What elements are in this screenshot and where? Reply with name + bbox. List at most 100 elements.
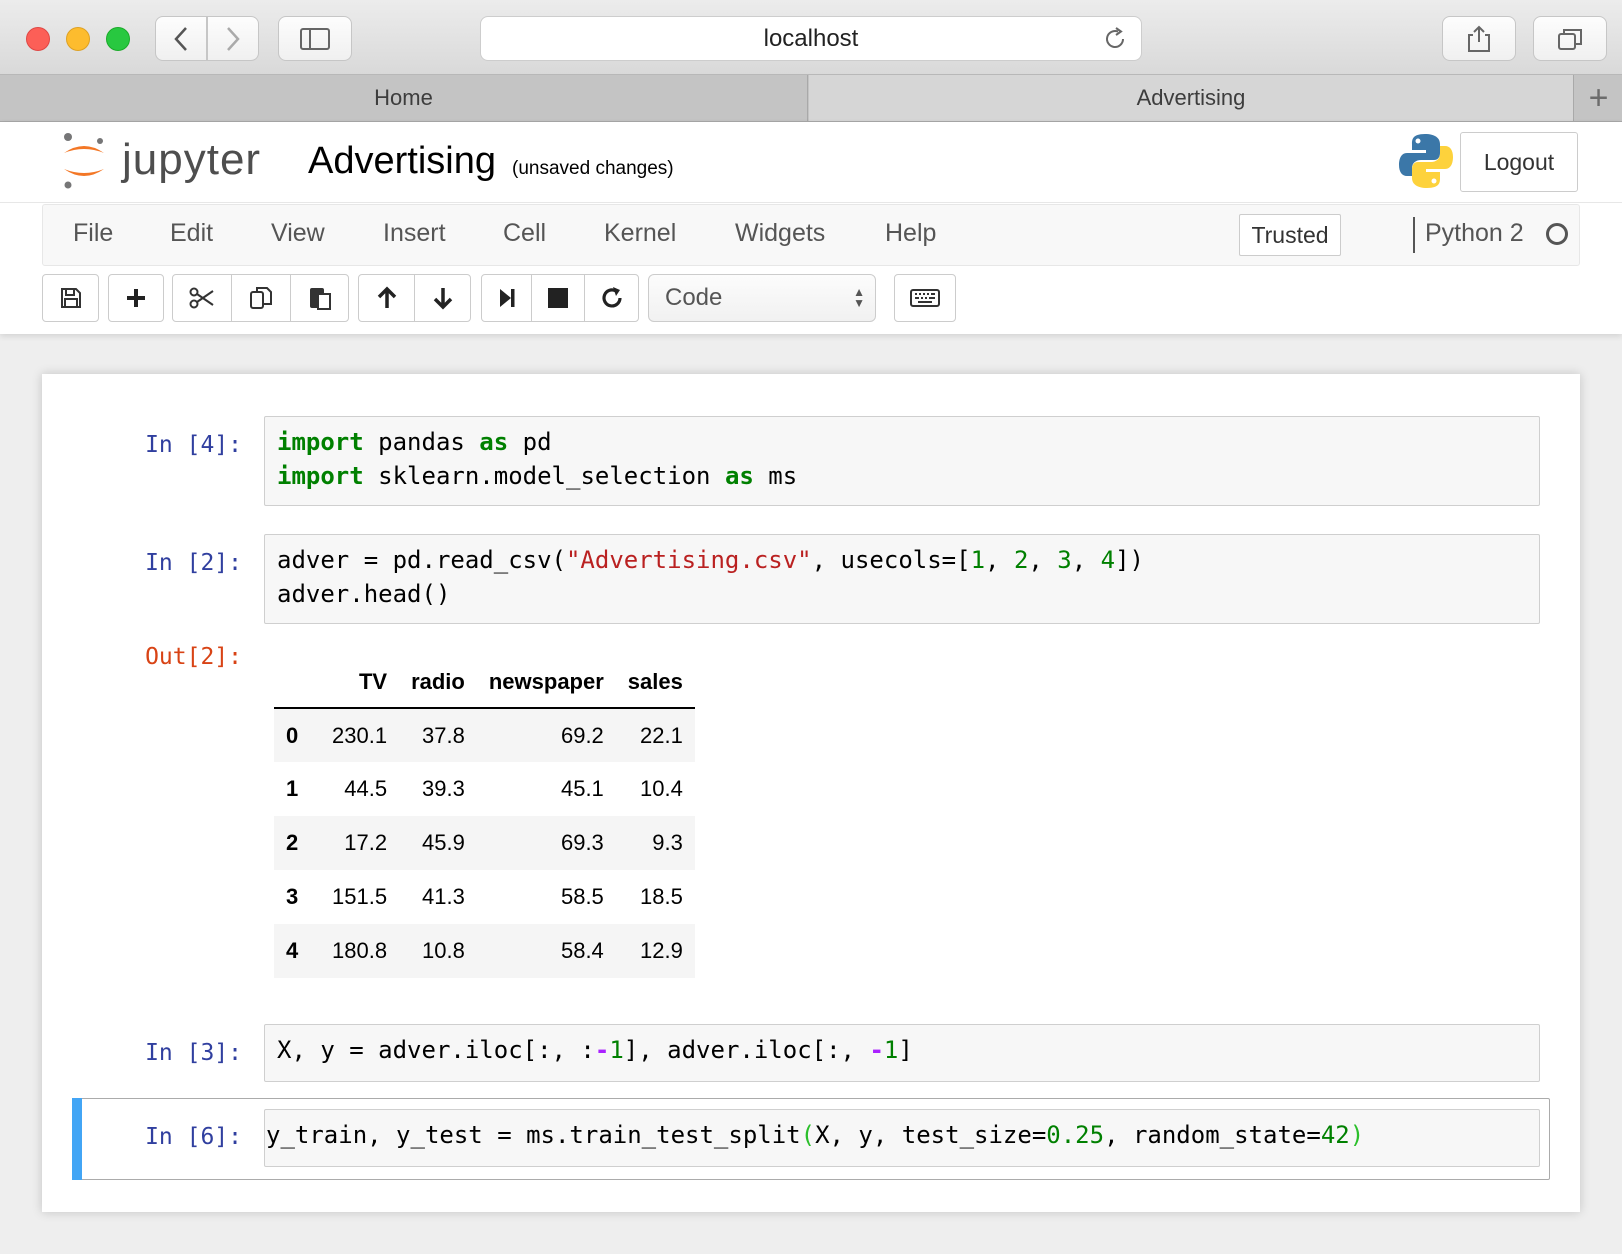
kernel-idle-icon <box>1546 223 1568 245</box>
code-token: import <box>277 428 364 456</box>
code-token: "Advertising.csv" <box>565 546 812 574</box>
tabs-icon <box>1558 28 1582 50</box>
kernel-name[interactable]: Python 2 <box>1425 219 1524 248</box>
share-icon <box>1468 25 1490 52</box>
restart-kernel-button[interactable] <box>584 274 639 322</box>
zoom-window-button[interactable] <box>106 27 130 51</box>
cut-button[interactable] <box>172 274 232 322</box>
jupyter-logo-text: jupyter <box>122 135 262 184</box>
tab-home[interactable]: Home <box>0 75 808 121</box>
code-cell-input[interactable]: import pandas as pd import sklearn.model… <box>264 416 1540 506</box>
code-token: 3 <box>1057 546 1072 574</box>
code-token: X, y = adver.iloc[:, : <box>277 1036 595 1064</box>
back-button[interactable] <box>155 16 207 61</box>
trusted-indicator[interactable]: Trusted <box>1239 214 1341 256</box>
share-button[interactable] <box>1442 16 1516 61</box>
menu-cell[interactable]: Cell <box>503 219 546 248</box>
stop-icon <box>548 288 568 308</box>
browser-tabbar: Home Advertising + <box>0 75 1622 122</box>
new-tab-button[interactable]: + <box>1575 75 1622 121</box>
notebook-title[interactable]: Advertising <box>308 140 496 183</box>
table-cell: 18.5 <box>640 884 683 909</box>
python-logo-icon <box>1398 132 1454 195</box>
code-token: 1 <box>609 1036 624 1064</box>
floppy-disk-icon <box>60 288 81 308</box>
code-cell-input[interactable]: adver = pd.read_csv("Advertising.csv", u… <box>264 534 1540 624</box>
code-token: ) <box>1349 1121 1365 1149</box>
tabs-overview-button[interactable] <box>1533 16 1607 61</box>
code-token: y_train, y_test = ms.train_test_split <box>266 1121 801 1149</box>
code-token: as <box>724 462 754 490</box>
column-header: newspaper <box>476 656 616 709</box>
table-cell: 17.2 <box>344 830 388 855</box>
menu-kernel[interactable]: Kernel <box>604 219 676 248</box>
reload-icon[interactable] <box>1103 27 1127 58</box>
input-prompt: In [3]: <box>145 1040 242 1066</box>
command-palette-button[interactable] <box>894 274 956 322</box>
browser-titlebar: localhost <box>0 0 1622 75</box>
code-token: ], adver.iloc[:, <box>623 1036 870 1064</box>
table-cell: 10.8 <box>422 938 465 963</box>
table-cell: 39.3 <box>422 776 465 801</box>
menu-view[interactable]: View <box>271 219 325 248</box>
run-cell-button[interactable] <box>481 274 532 322</box>
table-cell: 230.1 <box>332 722 388 748</box>
dataframe-output: TV radio newspaper sales 0 230.1 37.8 69… <box>274 656 695 978</box>
forward-button[interactable] <box>207 16 259 61</box>
code-token: 2 <box>1013 546 1029 574</box>
code-cell-input[interactable]: X, y = adver.iloc[:, :-1], adver.iloc[:,… <box>264 1024 1540 1082</box>
code-cell-input[interactable]: y_train, y_test = ms.train_test_split(X,… <box>264 1109 1540 1167</box>
logout-button[interactable]: Logout <box>1460 132 1578 192</box>
paste-button[interactable] <box>290 274 349 322</box>
arrow-down-icon <box>433 288 452 310</box>
insert-cell-button[interactable] <box>108 274 164 322</box>
code-token: , random_state= <box>1104 1121 1321 1149</box>
menu-help[interactable]: Help <box>885 219 936 248</box>
table-row: 4 180.8 10.8 58.4 12.9 <box>274 924 695 978</box>
input-prompt: In [6]: <box>145 1124 242 1150</box>
row-index: 4 <box>286 938 299 963</box>
code-token: sklearn.model_selection <box>363 462 725 490</box>
save-status: (unsaved changes) <box>512 158 674 179</box>
table-cell: 41.3 <box>422 884 465 909</box>
input-prompt: In [4]: <box>145 432 242 458</box>
code-token: - <box>869 1036 884 1064</box>
output-prompt: Out[2]: <box>145 644 242 670</box>
scissors-icon <box>189 287 214 309</box>
chevron-left-icon <box>174 26 187 51</box>
tab-advertising[interactable]: Advertising <box>809 75 1574 121</box>
jupyter-header: jupyter Advertising (unsaved changes) Lo… <box>0 122 1622 334</box>
code-token: 0.25 <box>1046 1121 1105 1149</box>
kernel-divider <box>1413 217 1415 253</box>
sidebar-icon <box>300 27 330 50</box>
table-cell: 58.5 <box>560 884 604 909</box>
move-cell-up-button[interactable] <box>358 274 415 322</box>
copy-button[interactable] <box>231 274 291 322</box>
menu-widgets[interactable]: Widgets <box>735 219 825 248</box>
menu-edit[interactable]: Edit <box>170 219 213 248</box>
sidebar-toggle-button[interactable] <box>278 16 352 61</box>
table-cell: 69.3 <box>560 830 604 855</box>
move-cell-down-button[interactable] <box>414 274 471 322</box>
code-token: 1 <box>883 1036 899 1064</box>
row-index: 1 <box>286 776 299 801</box>
minimize-window-button[interactable] <box>66 27 90 51</box>
menu-insert[interactable]: Insert <box>383 219 446 248</box>
close-window-button[interactable] <box>26 27 50 51</box>
table-cell: 151.5 <box>332 884 388 909</box>
row-index: 0 <box>286 722 299 748</box>
jupyter-logo[interactable]: jupyter <box>60 130 261 190</box>
menubar: File Edit View Insert Cell Kernel Widget… <box>42 204 1580 266</box>
address-bar[interactable]: localhost <box>480 16 1142 61</box>
save-button[interactable] <box>42 274 99 322</box>
row-index: 2 <box>286 830 299 855</box>
interrupt-kernel-button[interactable] <box>531 274 585 322</box>
cell-type-select[interactable]: Code ▲ ▼ <box>648 274 876 322</box>
code-token: X, y, test_size= <box>815 1121 1047 1149</box>
menu-file[interactable]: File <box>73 219 113 248</box>
code-token: , usecols=[ <box>811 546 971 574</box>
keyboard-icon <box>910 289 940 307</box>
code-token: 42 <box>1320 1121 1350 1149</box>
cell-type-value: Code <box>665 284 723 311</box>
select-arrows-icon: ▲ ▼ <box>853 285 865 310</box>
